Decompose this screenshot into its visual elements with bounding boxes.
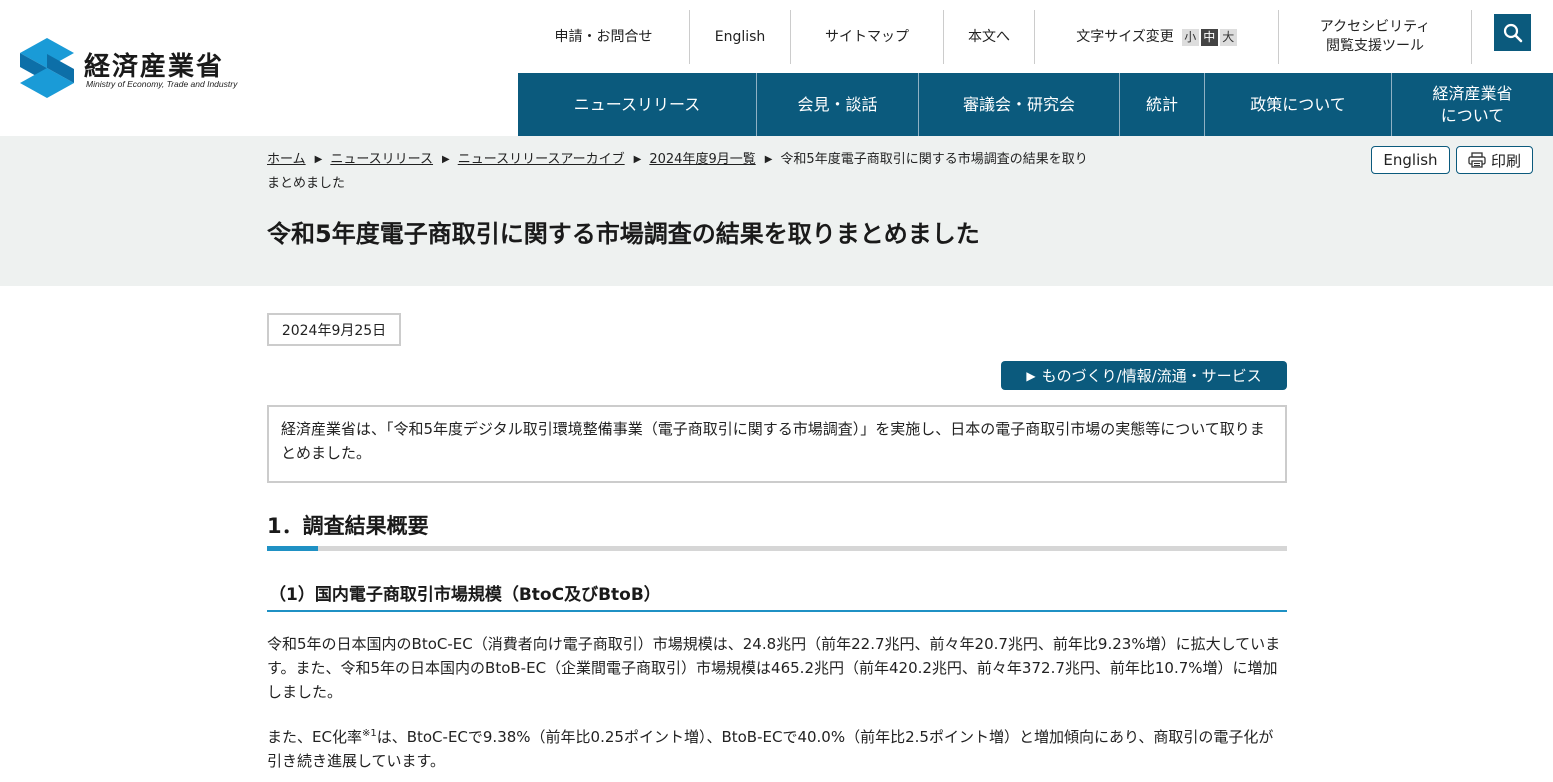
accessibility-line2: 閲覧支援ツール <box>1326 38 1424 54</box>
paragraph-ec-rate: また、EC化率※1は、BtoC-ECで9.38%（前年比0.25ポイント増）、B… <box>267 722 1287 773</box>
paragraph-ec-rate-start: また、EC化率 <box>267 728 362 746</box>
util-english-link[interactable]: English <box>690 10 791 64</box>
font-size-large-button[interactable]: 大 <box>1219 28 1237 46</box>
gnav-council[interactable]: 審議会・研究会 <box>919 73 1120 136</box>
font-size-medium-button[interactable]: 中 <box>1200 28 1218 46</box>
breadcrumb-home-link[interactable]: ホーム <box>267 152 306 167</box>
breadcrumb-news-link[interactable]: ニュースリリース <box>330 152 433 167</box>
gnav-stats[interactable]: 統計 <box>1120 73 1205 136</box>
util-sitemap-link[interactable]: サイトマップ <box>791 10 944 64</box>
font-size-switcher: 文字サイズ変更 小 中 大 <box>1035 10 1279 64</box>
gnav-news[interactable]: ニュースリリース <box>518 73 757 136</box>
font-size-small-button[interactable]: 小 <box>1181 28 1199 46</box>
breadcrumb-arrow-icon: ▶ <box>314 154 323 165</box>
publish-date: 2024年9月25日 <box>267 313 401 346</box>
gnav-about-line2: について <box>1440 105 1505 125</box>
accessibility-tool-link[interactable]: アクセシビリティ 閲覧支援ツール <box>1279 10 1472 64</box>
logo-text-jp: 経済産業省 <box>84 52 225 82</box>
util-skip-link[interactable]: 本文へ <box>944 10 1035 64</box>
english-page-button[interactable]: English <box>1371 146 1450 174</box>
category-tag-button[interactable]: ▶ ものづくり/情報/流通・サービス <box>1001 361 1287 390</box>
printer-icon <box>1468 152 1486 168</box>
breadcrumb: ホーム ▶ ニュースリリース ▶ ニュースリリースアーカイブ ▶ 2024年度9月一覧 ▶ 令和… <box>267 148 1097 196</box>
gnav-about[interactable]: 経済産業省 について <box>1392 73 1553 136</box>
subsection-heading-underline <box>267 610 1287 612</box>
triangle-right-icon: ▶ <box>1026 368 1036 383</box>
utility-nav: 申請・お問合せ English サイトマップ 本文へ 文字サイズ変更 小 中 大… <box>518 10 1472 64</box>
breadcrumb-arrow-icon: ▶ <box>764 154 773 165</box>
page-title: 令和5年度電子商取引に関する市場調査の結果を取りまとめました <box>267 220 980 248</box>
section-heading-accent <box>267 546 318 551</box>
logo-text-en: Ministry of Economy, Trade and Industry <box>86 79 238 89</box>
font-size-label: 文字サイズ変更 <box>1076 28 1174 45</box>
gnav-press[interactable]: 会見・談話 <box>757 73 919 136</box>
breadcrumb-arrow-icon: ▶ <box>633 154 642 165</box>
global-nav: ニュースリリース 会見・談話 審議会・研究会 統計 政策について 経済産業省 に… <box>518 73 1553 136</box>
site-header: 経済産業省 Ministry of Economy, Trade and Ind… <box>0 0 1553 136</box>
section-heading-1: 1．調査結果概要 <box>267 514 429 538</box>
gnav-policy[interactable]: 政策について <box>1205 73 1392 136</box>
breadcrumb-arrow-icon: ▶ <box>442 154 450 165</box>
paragraph-ec-rate-rest: は、BtoC-ECで9.38%（前年比0.25ポイント増）、BtoB-ECで40… <box>267 728 1274 770</box>
lead-summary: 経済産業省は、「令和5年度デジタル取引環境整備事業（電子商取引に関する市場調査）… <box>267 405 1287 483</box>
print-button[interactable]: 印刷 <box>1456 146 1533 174</box>
footnote-marker[interactable]: ※1 <box>362 728 377 739</box>
meti-logo[interactable]: 経済産業省 Ministry of Economy, Trade and Ind… <box>18 36 258 100</box>
accessibility-line1: アクセシビリティ <box>1319 19 1431 36</box>
subsection-heading-1: （1）国内電子商取引市場規模（BtoC及びBtoB） <box>269 585 661 605</box>
breadcrumb-month-link[interactable]: 2024年度9月一覧 <box>649 152 755 167</box>
search-button[interactable] <box>1494 14 1531 51</box>
category-label: ものづくり/情報/流通・サービス <box>1041 367 1262 385</box>
breadcrumb-archive-link[interactable]: ニュースリリースアーカイブ <box>458 152 625 167</box>
paragraph-market-size: 令和5年の日本国内のBtoC-EC（消費者向け電子商取引）市場規模は、24.8兆… <box>267 635 1281 701</box>
util-contact-link[interactable]: 申請・お問合せ <box>518 10 690 64</box>
print-label: 印刷 <box>1490 151 1521 170</box>
meti-logo-mark-icon <box>20 38 74 98</box>
gnav-about-line1: 経済産業省 <box>1432 83 1513 103</box>
search-icon <box>1503 23 1522 42</box>
section-heading-underline <box>267 546 1287 551</box>
